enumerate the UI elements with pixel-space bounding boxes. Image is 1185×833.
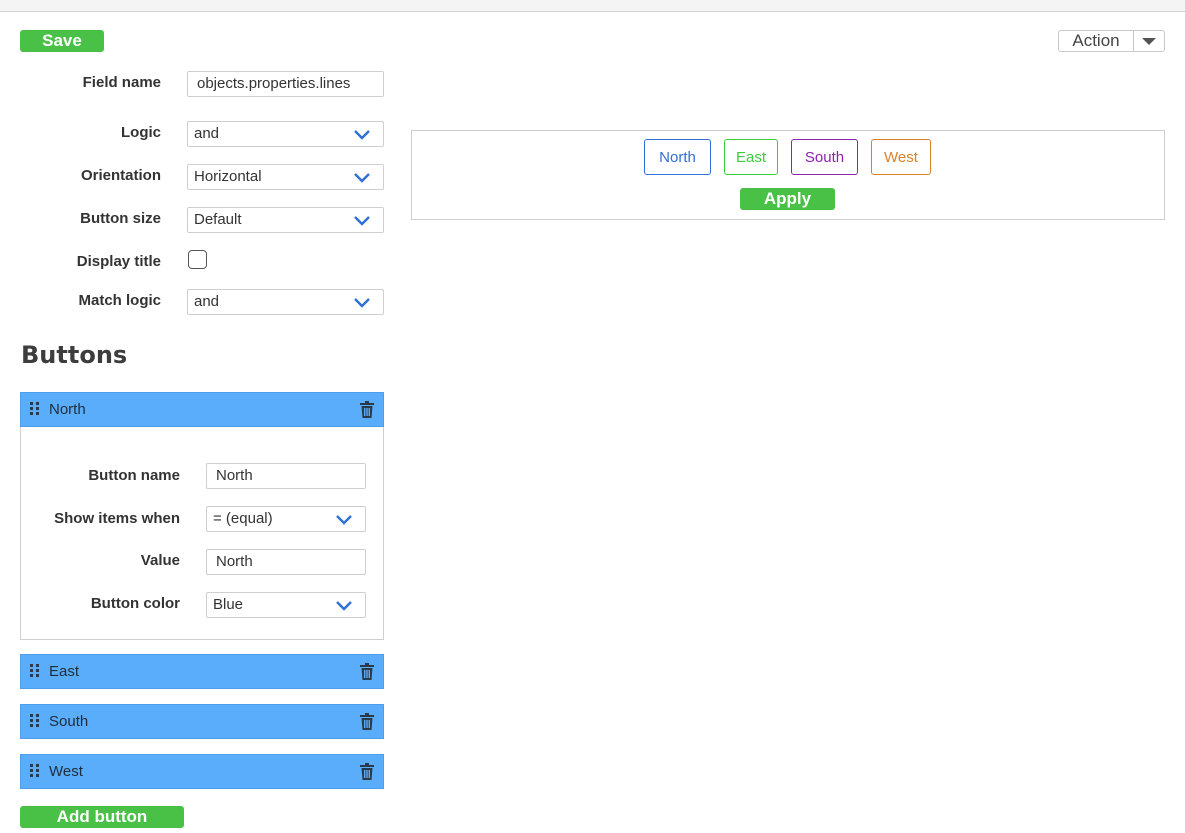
button-color-select[interactable]: Blue xyxy=(206,592,366,618)
save-button[interactable]: Save xyxy=(20,30,104,52)
logic-value: and xyxy=(194,125,220,142)
chevron-down-icon xyxy=(336,601,352,611)
logic-select[interactable]: and xyxy=(187,121,384,147)
orientation-value: Horizontal xyxy=(194,168,262,185)
preview-north-button[interactable]: North xyxy=(644,139,711,175)
display-title-label: Display title xyxy=(76,253,161,270)
button-name-label: Button name xyxy=(88,467,180,484)
show-items-when-value: = (equal) xyxy=(213,510,273,527)
button-name-input[interactable]: North xyxy=(206,463,366,489)
field-name-label: Field name xyxy=(82,74,161,91)
match-logic-value: and xyxy=(194,293,220,310)
drag-handle-icon[interactable] xyxy=(30,714,40,728)
caret-down-icon[interactable] xyxy=(1134,31,1164,51)
show-items-when-label: Show items when xyxy=(54,510,180,527)
logic-label: Logic xyxy=(121,124,161,141)
button-panel-title: East xyxy=(49,663,80,680)
trash-icon[interactable] xyxy=(360,713,374,730)
value-input[interactable]: North xyxy=(206,549,366,575)
button-panel-header[interactable]: South xyxy=(20,704,384,739)
button-color-label: Button color xyxy=(90,595,180,612)
preview-east-button[interactable]: East xyxy=(724,139,778,175)
button-panel-header[interactable]: East xyxy=(20,654,384,689)
top-bar xyxy=(0,0,1185,12)
apply-button[interactable]: Apply xyxy=(740,188,835,210)
trash-icon[interactable] xyxy=(360,401,374,418)
value-label: Value xyxy=(140,552,180,569)
button-size-select[interactable]: Default xyxy=(187,207,384,233)
chevron-down-icon xyxy=(354,130,370,140)
action-label: Action xyxy=(1059,31,1134,51)
button-panel-header[interactable]: West xyxy=(20,754,384,789)
button-panel-title: South xyxy=(49,713,89,730)
button-size-value: Default xyxy=(194,211,242,228)
drag-handle-icon[interactable] xyxy=(30,764,40,778)
add-button-button[interactable]: Add button xyxy=(20,806,184,828)
chevron-down-icon xyxy=(354,216,370,226)
field-name-input[interactable]: objects.properties.lines xyxy=(187,71,384,97)
chevron-down-icon xyxy=(354,173,370,183)
button-panel-title: West xyxy=(49,763,83,780)
drag-handle-icon[interactable] xyxy=(30,402,40,416)
buttons-heading: Buttons xyxy=(21,341,128,369)
trash-icon[interactable] xyxy=(360,763,374,780)
button-panel-title: North xyxy=(49,401,86,418)
drag-handle-icon[interactable] xyxy=(30,664,40,678)
orientation-select[interactable]: Horizontal xyxy=(187,164,384,190)
match-logic-select[interactable]: and xyxy=(187,289,384,315)
preview-west-button[interactable]: West xyxy=(871,139,931,175)
display-title-checkbox[interactable] xyxy=(188,250,207,269)
action-dropdown[interactable]: Action xyxy=(1058,30,1165,52)
show-items-when-select[interactable]: = (equal) xyxy=(206,506,366,532)
button-color-value: Blue xyxy=(213,596,244,613)
button-size-label: Button size xyxy=(80,210,161,227)
button-panel-header[interactable]: North xyxy=(20,392,384,427)
chevron-down-icon xyxy=(336,515,352,525)
match-logic-label: Match logic xyxy=(78,292,161,309)
trash-icon[interactable] xyxy=(360,663,374,680)
orientation-label: Orientation xyxy=(80,167,161,184)
chevron-down-icon xyxy=(354,298,370,308)
preview-south-button[interactable]: South xyxy=(791,139,858,175)
